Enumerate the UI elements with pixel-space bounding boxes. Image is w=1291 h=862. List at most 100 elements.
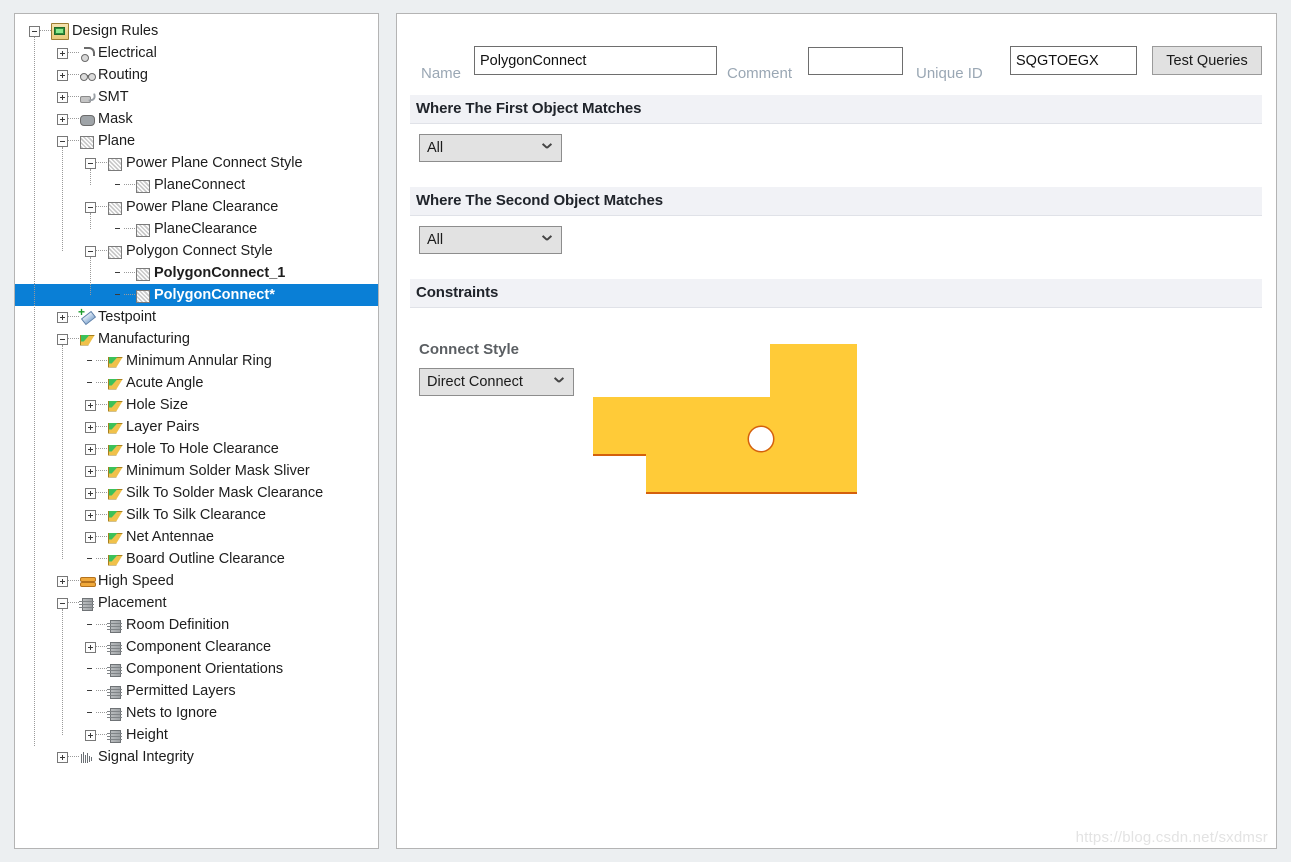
tree-item-label: Layer Pairs [126, 419, 200, 435]
tree-collapse-icon[interactable] [85, 157, 96, 169]
tree-item-layer-pairs[interactable]: Layer Pairs [15, 416, 378, 438]
tree-connector [96, 426, 107, 428]
tree-item-component-orientations[interactable]: Component Orientations [15, 658, 378, 680]
tree-item-hole-to-hole-clearance[interactable]: Hole To Hole Clearance [15, 438, 378, 460]
design-rules-tree-panel[interactable]: Design Rules Electrical Routing SMT Mask Plan… [14, 13, 379, 849]
tree-item-design-rules[interactable]: Design Rules [15, 20, 378, 42]
tree-collapse-icon[interactable] [85, 201, 96, 213]
chevron-down-icon [543, 143, 552, 152]
tree-item-height[interactable]: Height [15, 724, 378, 746]
tree-item-acute-angle[interactable]: Acute Angle [15, 372, 378, 394]
tree-item-high-speed[interactable]: High Speed [15, 570, 378, 592]
section-header-first-object: Where The First Object Matches [410, 95, 1262, 124]
tree-item-placement[interactable]: Placement [15, 592, 378, 614]
tree-item-hole-size[interactable]: Hole Size [15, 394, 378, 416]
tree-collapse-icon[interactable] [57, 135, 68, 147]
tree-connector [96, 250, 107, 252]
unique-id-input[interactable] [1010, 46, 1137, 75]
tree-item-routing[interactable]: Routing [15, 64, 378, 86]
tree-expand-icon[interactable] [57, 575, 68, 587]
tree-expand-icon[interactable] [85, 531, 96, 543]
section-header-constraints: Constraints [410, 279, 1262, 308]
test-queries-button[interactable]: Test Queries [1152, 46, 1262, 75]
tree-item-plane[interactable]: Plane [15, 130, 378, 152]
tree-expand-icon[interactable] [85, 399, 96, 411]
tree-item-board-outline-clearance[interactable]: Board Outline Clearance [15, 548, 378, 570]
tree-collapse-icon[interactable] [57, 333, 68, 345]
tree-item-polygon-connect-style[interactable]: Polygon Connect Style [15, 240, 378, 262]
tree-connector [96, 514, 107, 516]
design-rules-folder-icon [51, 22, 69, 40]
tree-expand-icon[interactable] [85, 641, 96, 653]
tree-expand-icon[interactable] [85, 509, 96, 521]
design-rules-tree[interactable]: Design Rules Electrical Routing SMT Mask Plan… [15, 14, 378, 768]
tree-guide-line [62, 345, 63, 559]
tree-connector [124, 294, 135, 296]
tree-item-testpoint[interactable]: Testpoint [15, 306, 378, 328]
tree-expand-icon[interactable] [85, 487, 96, 499]
tree-item-label: Silk To Silk Clearance [126, 507, 266, 523]
tree-expand-icon[interactable] [85, 729, 96, 741]
tree-item-silk-to-solder-mask-clearance[interactable]: Silk To Solder Mask Clearance [15, 482, 378, 504]
plane-icon [135, 266, 151, 281]
tree-item-permitted-layers[interactable]: Permitted Layers [15, 680, 378, 702]
tree-item-room-definition[interactable]: Room Definition [15, 614, 378, 636]
tree-item-silk-to-silk-clearance[interactable]: Silk To Silk Clearance [15, 504, 378, 526]
tree-expand-icon[interactable] [57, 47, 68, 59]
first-object-scope-select[interactable]: All [419, 134, 562, 162]
tree-connector [68, 74, 79, 76]
tree-item-power-plane-connect-style[interactable]: Power Plane Connect Style [15, 152, 378, 174]
tree-connector [40, 30, 51, 32]
tree-item-label: Permitted Layers [126, 683, 236, 699]
tree-item-signal-integrity[interactable]: Signal Integrity [15, 746, 378, 768]
pad-hole [749, 427, 773, 451]
tree-item-label: Minimum Annular Ring [126, 353, 272, 369]
tree-connector [68, 96, 79, 98]
tree-item-minimum-annular-ring[interactable]: Minimum Annular Ring [15, 350, 378, 372]
tree-item-planeconnect[interactable]: PlaneConnect [15, 174, 378, 196]
tree-expand-icon[interactable] [57, 113, 68, 125]
name-input[interactable] [474, 46, 717, 75]
tree-collapse-icon[interactable] [29, 25, 40, 37]
tree-item-nets-to-ignore[interactable]: Nets to Ignore [15, 702, 378, 724]
placement-icon [107, 706, 123, 721]
tree-connector [96, 712, 107, 714]
tree-expand-icon[interactable] [85, 443, 96, 455]
tree-expand-icon[interactable] [85, 421, 96, 433]
tree-expand-icon[interactable] [85, 465, 96, 477]
tree-item-smt[interactable]: SMT [15, 86, 378, 108]
tree-item-power-plane-clearance[interactable]: Power Plane Clearance [15, 196, 378, 218]
plane-icon [135, 222, 151, 237]
tree-item-minimum-solder-mask-sliver[interactable]: Minimum Solder Mask Sliver [15, 460, 378, 482]
testpoint-icon [78, 306, 95, 325]
connect-style-label: Connect Style [419, 341, 520, 358]
tree-item-planeclearance[interactable]: PlaneClearance [15, 218, 378, 240]
tree-item-net-antennae[interactable]: Net Antennae [15, 526, 378, 548]
second-object-scope-select[interactable]: All [419, 226, 562, 254]
tree-item-label: Component Clearance [126, 639, 272, 655]
tree-collapse-icon[interactable] [57, 597, 68, 609]
tree-item-mask[interactable]: Mask [15, 108, 378, 130]
tree-item-polygonconnect[interactable]: PolygonConnect* [15, 284, 378, 306]
tree-connector [124, 184, 135, 186]
tree-expand-icon[interactable] [57, 751, 68, 763]
mask-icon [79, 112, 95, 127]
tree-item-label: Routing [98, 67, 148, 83]
placement-icon [107, 662, 123, 677]
tree-connector [96, 206, 107, 208]
electrical-icon [79, 46, 95, 62]
tree-item-electrical[interactable]: Electrical [15, 42, 378, 64]
tree-collapse-icon[interactable] [85, 245, 96, 257]
tree-expand-icon[interactable] [57, 69, 68, 81]
tree-connector [96, 536, 107, 538]
tree-item-manufacturing[interactable]: Manufacturing [15, 328, 378, 350]
tree-item-polygonconnect-1[interactable]: PolygonConnect_1 [15, 262, 378, 284]
connect-style-select[interactable]: Direct Connect [419, 368, 574, 396]
tree-expand-icon[interactable] [57, 91, 68, 103]
connect-style-value: Direct Connect [427, 374, 523, 390]
tree-item-component-clearance[interactable]: Component Clearance [15, 636, 378, 658]
comment-input[interactable] [808, 47, 903, 75]
rule-identity-bar: Name Comment Unique ID Test Queries [397, 14, 1276, 88]
tree-item-label: Power Plane Connect Style [126, 155, 303, 171]
tree-expand-icon[interactable] [57, 311, 68, 323]
